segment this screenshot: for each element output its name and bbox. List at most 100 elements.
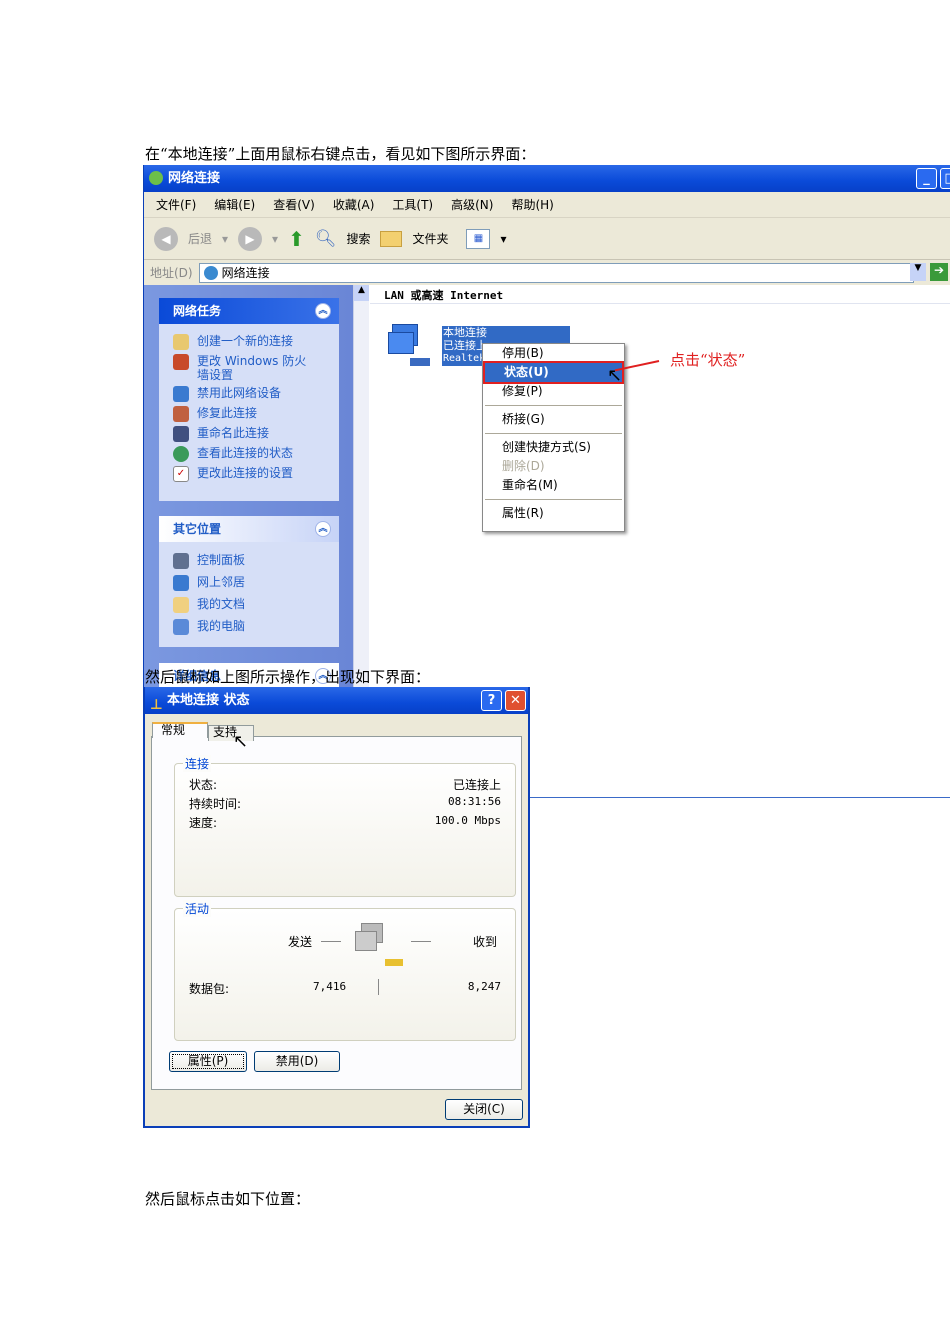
network-tasks-panel: 网络任务 ︽ 创建一个新的连接 更改 Windows 防火墙设置 禁用此网络设备 … xyxy=(159,298,339,501)
place-label: 网上邻居 xyxy=(197,575,246,589)
activity-computers-icon xyxy=(355,923,405,973)
menu-file[interactable]: 文件(F) xyxy=(156,196,196,213)
menu-item-rename[interactable]: 重命名(M) xyxy=(483,476,624,495)
other-places-panel: 其它位置 ︽ 控制面板 网上邻居 我的文档 我的电脑 xyxy=(159,516,339,647)
close-button[interactable]: 关闭(C) xyxy=(445,1099,523,1120)
task-create-connection[interactable]: 创建一个新的连接 xyxy=(159,332,339,352)
place-network-neighborhood[interactable]: 网上邻居 xyxy=(159,572,339,594)
documents-icon xyxy=(173,597,189,613)
packets-sent-value: 7,416 xyxy=(313,980,347,993)
globe-icon xyxy=(203,265,218,280)
place-control-panel[interactable]: 控制面板 xyxy=(159,550,339,572)
menu-item-create-shortcut[interactable]: 创建快捷方式(S) xyxy=(483,438,624,457)
panel-title: 其它位置 xyxy=(173,522,222,536)
task-repair[interactable]: 修复此连接 xyxy=(159,404,339,424)
other-places-header[interactable]: 其它位置 ︽ xyxy=(159,516,339,542)
sent-label: 发送 xyxy=(288,935,313,949)
place-label: 控制面板 xyxy=(197,553,246,567)
task-view-status[interactable]: 查看此连接的状态 xyxy=(159,444,339,464)
instruction-paragraph-1: 在“本地连接”上面用鼠标右键点击，看见如下图所示界面： xyxy=(145,145,536,163)
help-button[interactable]: ? xyxy=(481,690,502,711)
address-input[interactable]: 网络连接 xyxy=(198,262,914,283)
instruction-paragraph-2: 然后鼠标如上图所示操作，出现如下界面： xyxy=(145,668,431,686)
task-change-firewall[interactable]: 更改 Windows 防火墙设置 xyxy=(159,352,339,384)
address-value: 网络连接 xyxy=(221,266,270,280)
folders-button[interactable]: 文件夹 xyxy=(412,230,448,247)
menu-item-status[interactable]: 状态(U) xyxy=(483,361,624,384)
search-icon[interactable]: 🔍︎ xyxy=(315,229,337,249)
group-header: LAN 或高速 Internet xyxy=(384,289,504,302)
connection-icon: ⊥ xyxy=(150,697,163,713)
duration-label: 持续时间: xyxy=(189,797,242,811)
close-x-button[interactable]: ✕ xyxy=(505,690,526,711)
settings-icon: ✓ xyxy=(173,466,189,482)
activity-group: 活动 发送 收到 数据包: 7,416 8,247 xyxy=(174,900,516,1041)
tab-general[interactable]: 常规 xyxy=(152,722,208,738)
go-arrow-icon[interactable]: ➔ xyxy=(930,263,948,281)
forward-arrow-icon[interactable]: ▶ xyxy=(238,226,263,251)
dialog-title: 本地连接 状态 xyxy=(167,693,250,708)
network-places-icon xyxy=(173,575,189,591)
address-dropdown-icon[interactable]: ▼ xyxy=(910,263,926,281)
speed-label: 速度: xyxy=(189,816,218,830)
menu-item-bridge[interactable]: 桥接(G) xyxy=(483,410,624,429)
maximize-button[interactable]: □ xyxy=(940,168,950,189)
panel-title: 网络任务 xyxy=(173,304,222,318)
menu-item-disable[interactable]: 停用(B) xyxy=(483,344,624,363)
collapse-icon[interactable]: ︽ xyxy=(315,303,331,319)
connection-name: 本地连接 xyxy=(443,326,487,339)
views-icon[interactable]: ▦ xyxy=(466,228,491,249)
network-tasks-header[interactable]: 网络任务 ︽ xyxy=(159,298,339,324)
menu-tools[interactable]: 工具(T) xyxy=(392,196,433,213)
firewall-icon xyxy=(173,354,189,370)
menu-item-properties[interactable]: 属性(R) xyxy=(483,504,624,523)
minimize-button[interactable]: _ xyxy=(916,168,937,189)
task-pane-scrollbar[interactable]: ▲ xyxy=(353,285,369,688)
duration-value: 08:31:56 xyxy=(448,795,501,808)
collapse-icon[interactable]: ︽ xyxy=(315,521,331,537)
properties-button[interactable]: 属性(P) xyxy=(169,1051,247,1072)
status-label: 状态: xyxy=(189,778,218,792)
back-arrow-icon[interactable]: ◀ xyxy=(154,226,178,251)
task-change-settings[interactable]: ✓ 更改此连接的设置 xyxy=(159,464,339,484)
menu-bar: 文件(F) 编辑(E) 查看(V) 收藏(A) 工具(T) 高级(N) 帮助(H… xyxy=(144,192,950,218)
menu-item-repair[interactable]: 修复(P) xyxy=(483,382,624,401)
menu-edit[interactable]: 编辑(E) xyxy=(214,196,255,213)
scroll-up-icon[interactable]: ▲ xyxy=(354,285,369,301)
menu-advanced[interactable]: 高级(N) xyxy=(451,196,493,213)
rename-icon xyxy=(173,426,189,442)
network-icon xyxy=(149,171,163,185)
menu-help[interactable]: 帮助(H) xyxy=(511,196,553,213)
menu-view[interactable]: 查看(V) xyxy=(273,196,315,213)
folders-icon[interactable] xyxy=(380,230,403,247)
menu-favorites[interactable]: 收藏(A) xyxy=(333,196,375,213)
wrench-icon xyxy=(173,406,189,422)
task-rename[interactable]: 重命名此连接 xyxy=(159,424,339,444)
disable-button[interactable]: 禁用(D) xyxy=(254,1051,340,1072)
lan-connection-icon[interactable] xyxy=(388,322,432,368)
packets-label: 数据包: xyxy=(189,982,230,996)
up-folder-icon[interactable]: ⬆ xyxy=(288,227,305,251)
search-button[interactable]: 搜索 xyxy=(346,230,370,247)
toolbar: ◀ 后退 ▾ ▶ ▾ ⬆ 🔍︎ 搜索 文件夹 ▦ ▾ xyxy=(144,218,950,260)
connection-group: 连接 状态: 已连接上 持续时间: 08:31:56 速度: 100.0 Mbp… xyxy=(174,755,516,897)
group-label: 连接 xyxy=(183,755,212,772)
place-label: 我的电脑 xyxy=(197,619,246,633)
place-my-documents[interactable]: 我的文档 xyxy=(159,594,339,616)
control-panel-icon xyxy=(173,553,189,569)
task-disable-device[interactable]: 禁用此网络设备 xyxy=(159,384,339,404)
status-icon xyxy=(173,446,189,462)
tab-panel: 连接 状态: 已连接上 持续时间: 08:31:56 速度: 100.0 Mbp… xyxy=(151,736,522,1090)
task-label: 创建一个新的连接 xyxy=(197,334,294,348)
place-label: 我的文档 xyxy=(197,597,246,611)
place-my-computer[interactable]: 我的电脑 xyxy=(159,616,339,638)
speed-value: 100.0 Mbps xyxy=(434,814,501,827)
dialog-title-bar: ⊥ 本地连接 状态 ? ✕ xyxy=(145,687,528,714)
window-title-bar: 网络连接 _ □ xyxy=(144,165,950,192)
status-value: 已连接上 xyxy=(452,778,501,792)
computer-icon xyxy=(173,619,189,635)
address-label: 地址(D) xyxy=(150,266,193,280)
back-button[interactable]: 后退 xyxy=(188,230,212,247)
address-bar: 地址(D) 网络连接 ▼ ➔ xyxy=(144,260,950,285)
network-connections-window: 网络连接 _ □ 文件(F) 编辑(E) 查看(V) 收藏(A) 工具(T) 高… xyxy=(143,165,950,688)
